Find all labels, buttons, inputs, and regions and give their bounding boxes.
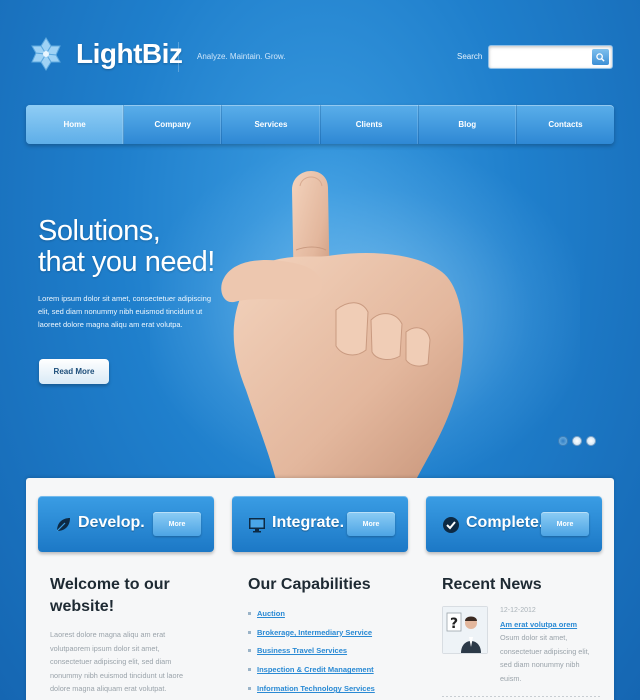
nav-contacts[interactable]: Contacts (517, 105, 614, 144)
news-link[interactable]: Am erat volutpa orem (500, 620, 577, 629)
integrate-more-button[interactable]: More (347, 512, 395, 536)
nav-clients[interactable]: Clients (321, 105, 419, 144)
logo-icon[interactable] (28, 36, 64, 72)
capability-link[interactable]: Brokerage, Intermediary Service (257, 628, 372, 637)
svg-text:?: ? (450, 616, 458, 632)
slide-dot-1[interactable] (558, 436, 568, 446)
search-box (488, 45, 613, 69)
capability-link[interactable]: Inspection & Credit Management (257, 665, 374, 674)
capability-link[interactable]: Business Travel Services (257, 646, 347, 655)
bullet-icon (248, 649, 251, 653)
welcome-text: Laorest dolore magna aliqu am erat volut… (50, 630, 184, 693)
search-button[interactable] (592, 49, 609, 65)
main-nav: Home Company Services Clients Blog Conta… (26, 105, 614, 144)
capability-item[interactable]: Business Travel Services (248, 642, 375, 661)
slide-dot-2[interactable] (572, 436, 582, 446)
news-separator (442, 696, 602, 697)
slider-dots (558, 436, 596, 446)
news-date: 12-12-2012 (500, 607, 536, 614)
capability-item[interactable]: Inspection & Credit Management (248, 660, 375, 679)
welcome-heading-line1: Welcome to our (50, 576, 170, 593)
news-thumbnail[interactable]: ? (442, 606, 488, 654)
hero-title-line2: that you need! (38, 246, 215, 278)
nav-home[interactable]: Home (26, 105, 125, 144)
hero-title-line1: Solutions, (38, 215, 161, 247)
header: LightBiz Analyze. Maintain. Grow. Search (0, 0, 640, 105)
slide-dot-3[interactable] (586, 436, 596, 446)
bullet-icon (248, 668, 251, 672)
develop-more-button[interactable]: More (153, 512, 201, 536)
nav-services[interactable]: Services (222, 105, 321, 144)
feature-title-integrate: Integrate. (272, 514, 345, 531)
leaf-icon (56, 518, 70, 532)
search-input[interactable] (493, 49, 589, 65)
welcome-heading: Welcome to our website! (50, 574, 170, 618)
feature-title-complete: Complete. (466, 514, 544, 531)
hero-title: Solutions, that you need! (38, 216, 215, 278)
businessman-question-image: ? (443, 607, 487, 653)
bullet-icon (248, 687, 251, 691)
search-label: Search (457, 52, 483, 61)
hero-text: Lorem ipsum dolor sit amet, consectetuer… (38, 294, 211, 329)
news-text: Osum dolor sit amet, consectetuer adipis… (500, 633, 590, 683)
welcome-heading-line2: website! (50, 598, 115, 615)
complete-more-button[interactable]: More (541, 512, 589, 536)
capability-item[interactable]: Brokerage, Intermediary Service (248, 623, 375, 642)
nav-blog[interactable]: Blog (419, 105, 517, 144)
news-heading: Recent News (442, 576, 542, 593)
bullet-icon (248, 611, 251, 615)
feature-title-develop: Develop. (78, 514, 145, 531)
capability-link[interactable]: Auction (257, 609, 285, 618)
capabilities-list: Auction Brokerage, Intermediary Service … (248, 604, 375, 698)
capabilities-heading: Our Capabilities (248, 576, 371, 593)
search-icon (596, 52, 605, 62)
pointing-hand-image (221, 170, 464, 480)
nav-company[interactable]: Company (124, 105, 223, 144)
read-more-button[interactable]: Read More (39, 359, 109, 384)
bullet-icon (248, 630, 251, 634)
capability-item[interactable]: Information Technology Services (248, 679, 375, 698)
feature-complete: Complete. More (426, 496, 602, 552)
feature-develop: Develop. More (38, 496, 214, 552)
brand-divider (178, 42, 179, 72)
checkmark-icon (443, 517, 459, 533)
capability-link[interactable]: Information Technology Services (257, 684, 375, 693)
monitor-icon (249, 518, 265, 533)
tagline: Analyze. Maintain. Grow. (197, 52, 286, 61)
capability-item[interactable]: Auction (248, 604, 375, 623)
feature-integrate: Integrate. More (232, 496, 408, 552)
brand-name[interactable]: LightBiz (76, 38, 183, 70)
